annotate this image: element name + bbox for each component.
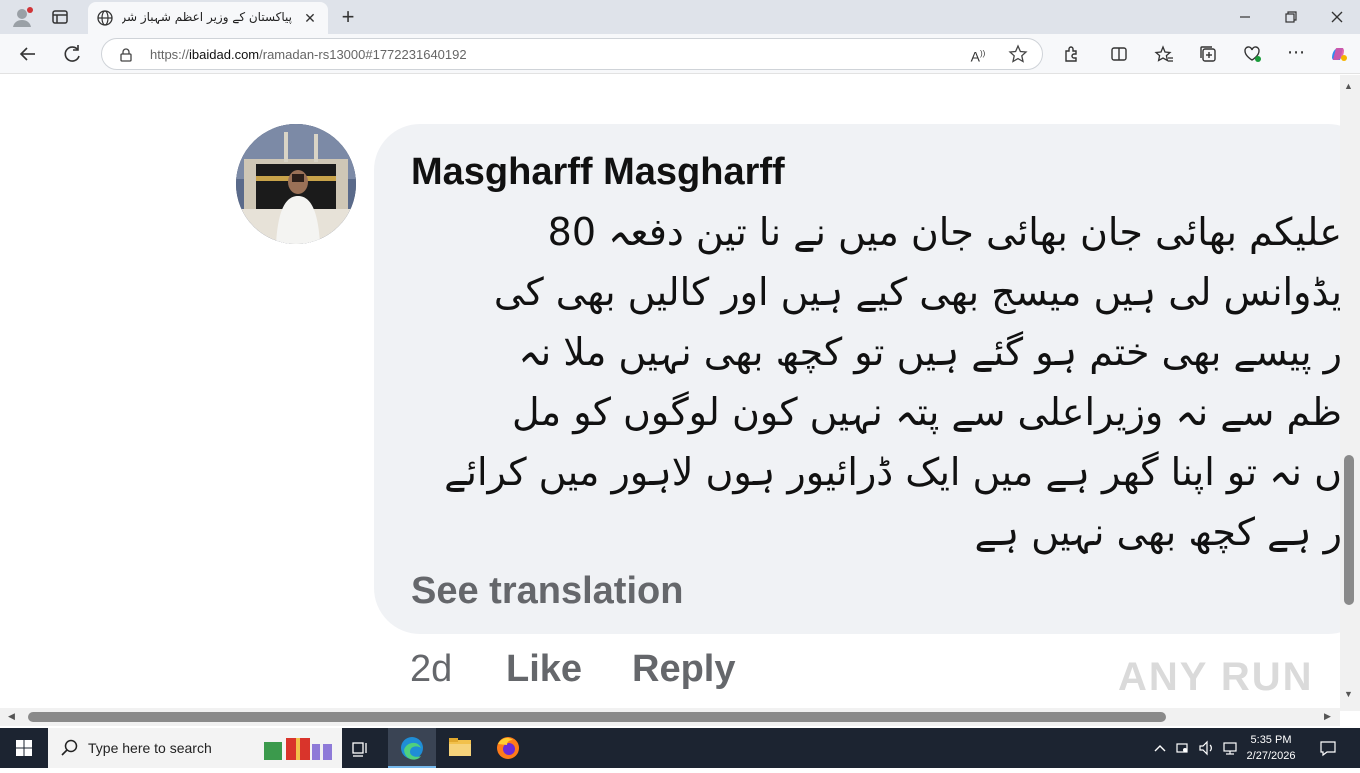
browser-essentials-icon[interactable] [1238,40,1266,68]
refresh-icon[interactable] [58,40,86,68]
comment-line: ں نہ تو اپنا گھر ہے میں ایک ڈرائیور ہوں … [444,450,1340,494]
collections-icon[interactable] [1194,40,1222,68]
comment-line: علیکم بھائی جان بھائی جان میں نے نا تین … [547,210,1340,254]
clock[interactable]: 5:35 PM 2/27/2026 [1240,732,1302,764]
reply-button[interactable]: Reply [632,648,735,691]
comment-bubble: Masgharff Masgharff علیکم بھائی جان بھائ… [374,124,1340,634]
minimize-icon[interactable] [1231,3,1259,31]
back-icon[interactable] [14,40,42,68]
favorites-icon[interactable] [1150,40,1178,68]
taskbar-search[interactable]: Type here to search [48,728,342,768]
extensions-icon[interactable] [1057,40,1085,68]
page-content: Masgharff Masgharff علیکم بھائی جان بھائ… [0,75,1340,711]
split-screen-icon[interactable] [1105,40,1133,68]
comment-author[interactable]: Masgharff Masgharff [411,151,785,194]
notifications-icon[interactable] [1314,734,1342,762]
more-options-icon[interactable]: ⋯ [1282,40,1310,68]
close-window-icon[interactable] [1323,3,1351,31]
address-bar[interactable]: https://ibaidad.com/ramadan-rs13000#1772… [101,38,1043,70]
url-text[interactable]: https://ibaidad.com/ramadan-rs13000#1772… [150,47,467,62]
search-icon [60,738,80,763]
gifts-icon[interactable] [262,734,338,767]
restore-icon[interactable] [1277,3,1305,31]
vertical-scroll-thumb[interactable] [1344,455,1354,605]
comment-line: ر ہے کچھ بھی نہیں ہے [974,510,1340,554]
horizontal-scrollbar[interactable]: ◀ ▶ [0,708,1340,726]
tab-active[interactable]: پیاکستان کے وزیر اعظم شہباز شریف ✕ [88,2,328,34]
tab-close-icon[interactable]: ✕ [300,8,320,28]
clock-date: 2/27/2026 [1246,750,1296,762]
edge-taskbar-icon[interactable] [388,728,436,768]
scroll-up-icon[interactable]: ▲ [1344,81,1353,91]
comment-line: ر پیسے بھی ختم ہو گئے ہیں تو کچھ بھی نہی… [518,330,1340,374]
comment-text: علیکم بھائی جان بھائی جان میں نے نا تین … [404,202,1340,562]
comment-age: 2d [410,648,453,690]
avatar[interactable] [236,124,356,244]
clock-time: 5:35 PM [1250,734,1292,746]
read-aloud-icon[interactable]: A)) [964,40,992,68]
new-tab-button[interactable]: + [334,3,362,31]
copilot-icon[interactable] [1324,40,1352,68]
horizontal-scroll-thumb[interactable] [28,712,1166,722]
lock-icon[interactable] [118,47,134,63]
scroll-right-icon[interactable]: ▶ [1324,711,1331,722]
firefox-icon[interactable] [484,728,532,768]
tab-title: پیاکستان کے وزیر اعظم شہباز شریف [122,10,292,24]
taskbar: Type here to search 5:35 PM 2/27/2026 [0,728,1360,768]
task-view-icon[interactable] [346,734,374,762]
tab-actions-icon[interactable] [46,3,74,31]
comment-line: یڈوانس لی ہیں میسج بھی کیے ہیں اور کالیں… [493,270,1340,314]
navigation-bar: https://ibaidad.com/ramadan-rs13000#1772… [0,34,1360,74]
scroll-left-icon[interactable]: ◀ [8,711,15,722]
browser-title-bar: پیاکستان کے وزیر اعظم شہباز شریف ✕ + [0,0,1360,34]
comment-line: ظم سے نہ وزیراعلی سے پتہ نہیں کون لوگوں … [512,390,1340,434]
file-explorer-icon[interactable] [436,728,484,768]
see-translation-link[interactable]: See translation [411,570,683,613]
like-button[interactable]: Like [506,648,582,691]
globe-icon [96,9,114,27]
profile-icon[interactable] [8,3,36,31]
scroll-down-icon[interactable]: ▼ [1344,689,1353,699]
vertical-scrollbar[interactable]: ▲ ▼ [1340,75,1360,711]
search-placeholder: Type here to search [88,740,212,756]
watermark-logo: ANY RUN [1118,655,1314,699]
windows-start-icon[interactable] [10,734,38,762]
favorite-star-icon[interactable] [1004,40,1032,68]
